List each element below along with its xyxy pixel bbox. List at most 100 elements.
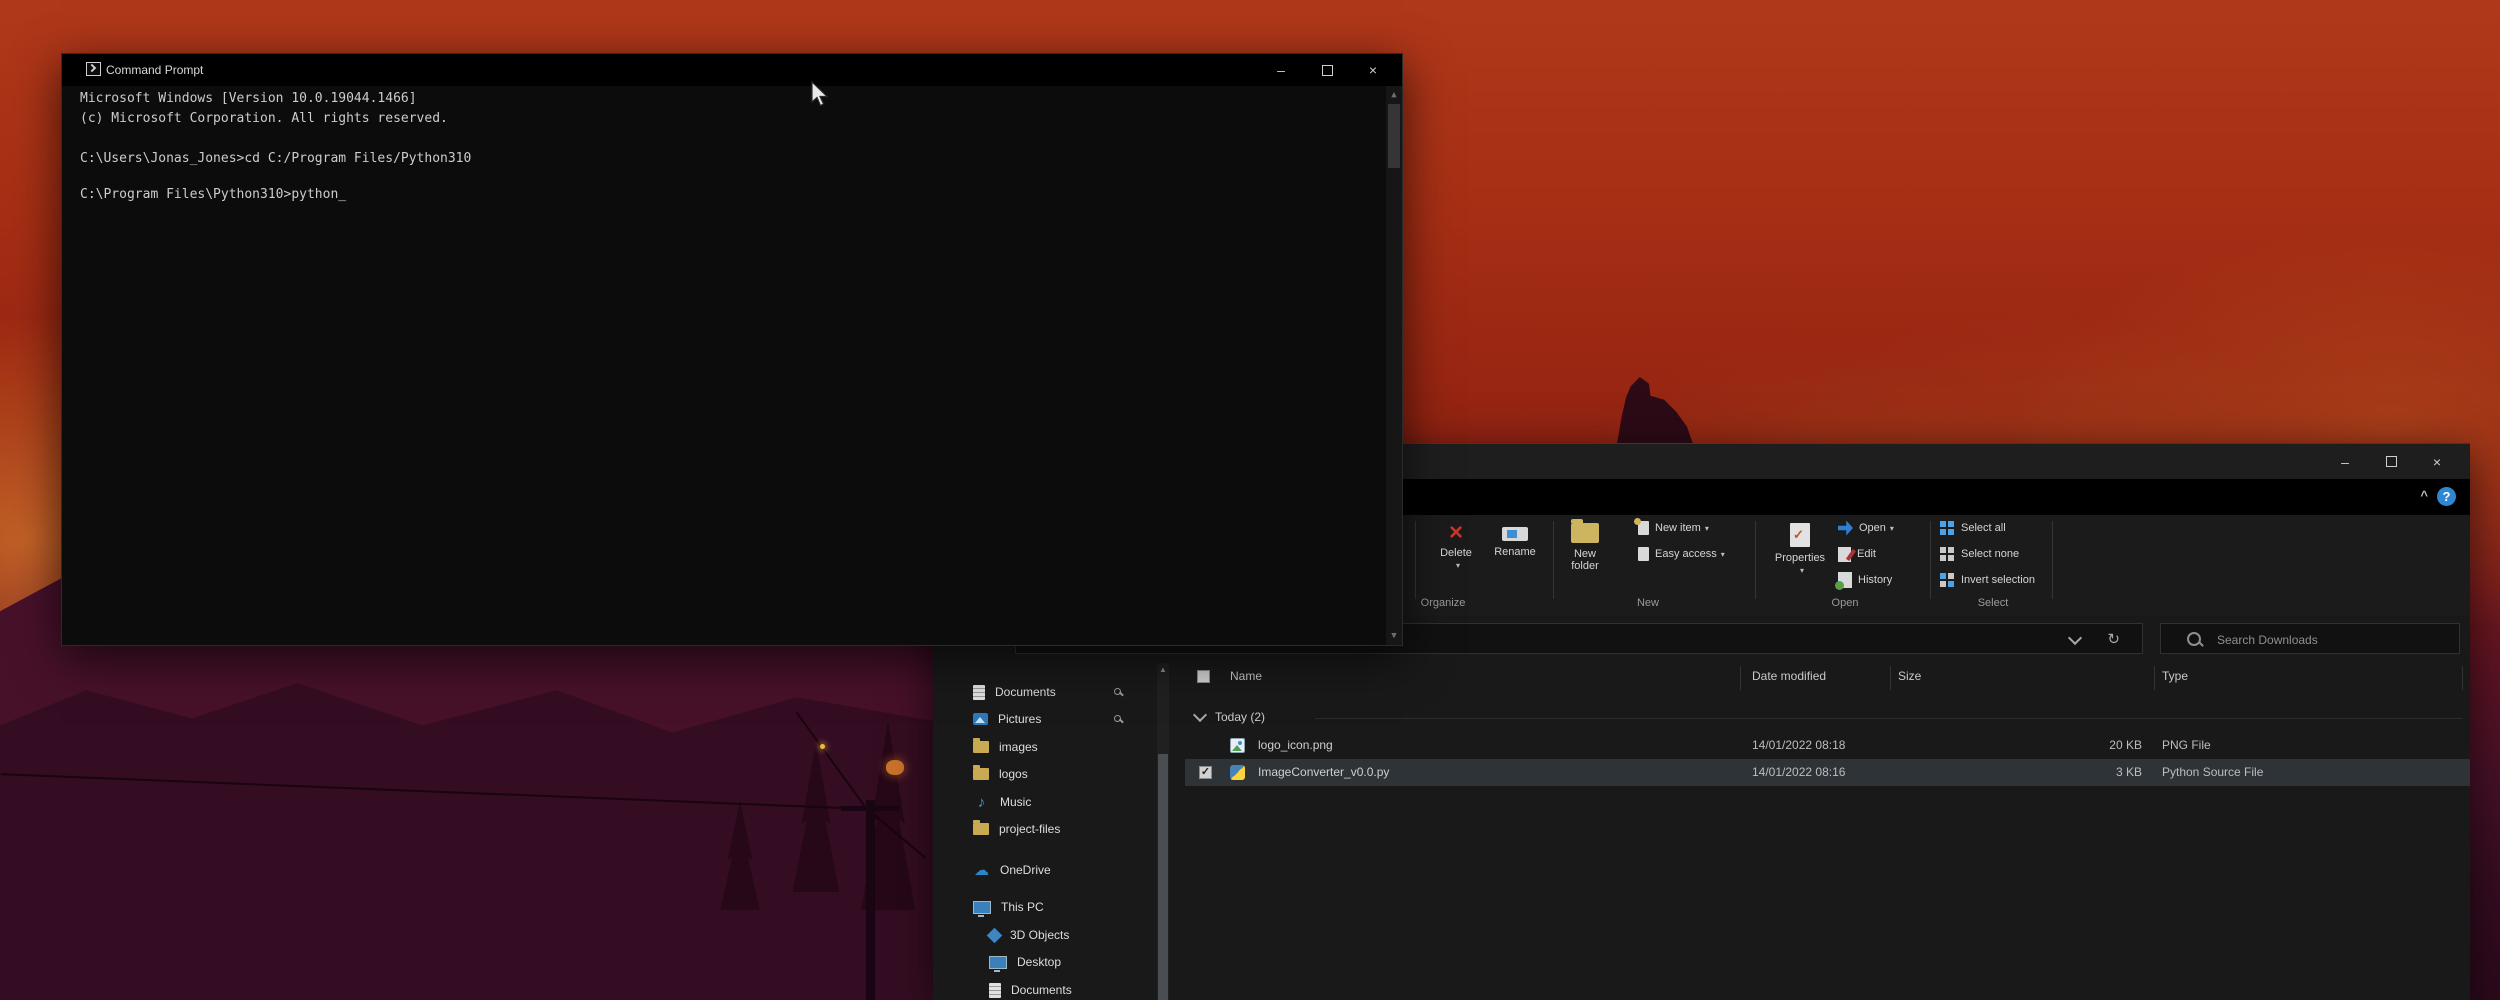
- file-name: ImageConverter_v0.0.py: [1258, 765, 1389, 779]
- cmd-titlebar[interactable]: Command Prompt – ×: [62, 54, 1402, 86]
- invert-selection-label: Invert selection: [1961, 574, 2035, 586]
- column-separator[interactable]: [1740, 666, 1741, 690]
- sidebar-item-project-files[interactable]: project-files: [933, 816, 1153, 842]
- minimize-button[interactable]: –: [2322, 444, 2368, 479]
- sidebar-item-documents[interactable]: Documents: [933, 679, 1153, 705]
- delete-label: Delete: [1440, 547, 1472, 559]
- easy-access-button[interactable]: Easy access ▾: [1638, 543, 1725, 565]
- cmd-scrollbar[interactable]: ▲ ▼: [1386, 86, 1402, 645]
- history-button[interactable]: History: [1838, 569, 1892, 591]
- column-separator[interactable]: [2462, 666, 2463, 690]
- maximize-button[interactable]: [2368, 444, 2414, 479]
- distant-light: [820, 744, 825, 749]
- maximize-button[interactable]: [1304, 54, 1350, 86]
- file-type: Python Source File: [2162, 765, 2263, 779]
- column-header-date-modified[interactable]: Date modified: [1752, 669, 1826, 683]
- sidebar-item-label: images: [999, 740, 1038, 754]
- help-icon[interactable]: ?: [2437, 487, 2456, 506]
- sidebar-item-label: OneDrive: [1000, 863, 1051, 877]
- scroll-up-icon[interactable]: ▲: [1157, 665, 1169, 674]
- sidebar-scrollbar[interactable]: ▲: [1157, 663, 1169, 1000]
- delete-button[interactable]: × Delete ▾: [1430, 519, 1482, 571]
- scroll-down-icon[interactable]: ▼: [1386, 631, 1402, 641]
- search-box[interactable]: [2160, 623, 2460, 654]
- new-item-icon: [1638, 521, 1649, 535]
- column-header-type[interactable]: Type: [2162, 669, 2188, 683]
- sidebar-item-logos[interactable]: logos: [933, 761, 1153, 787]
- file-size: 20 KB: [1898, 738, 2142, 752]
- chevron-down-icon[interactable]: [1193, 708, 1207, 722]
- column-header-size[interactable]: Size: [1898, 669, 1921, 683]
- cmd-text-cursor: _: [338, 187, 346, 202]
- folder-icon: [973, 741, 989, 753]
- file-list: Name Date modified Size Type Today (2): [1185, 663, 2470, 1000]
- scroll-up-icon[interactable]: ▲: [1386, 90, 1402, 100]
- edit-button[interactable]: Edit: [1838, 543, 1876, 565]
- folder-icon: [973, 823, 989, 835]
- sidebar-item-documents-pc[interactable]: Documents: [933, 977, 1153, 1000]
- sidebar-item-music[interactable]: ♪ Music: [933, 789, 1153, 815]
- open-button[interactable]: Open ▾: [1838, 517, 1894, 539]
- row-checkbox-checked[interactable]: ✓: [1199, 766, 1212, 779]
- picture-icon: [973, 713, 988, 725]
- address-dropdown-icon[interactable]: [2068, 631, 2082, 645]
- maximize-icon: [2386, 456, 2397, 467]
- desktop: – × ^ ? × Delete ▾ Rename Organize: [0, 0, 2500, 1000]
- sidebar-item-label: logos: [999, 767, 1028, 781]
- rename-button[interactable]: Rename: [1489, 519, 1541, 558]
- select-none-button[interactable]: Select none: [1940, 543, 2019, 565]
- sidebar-item-label: Pictures: [998, 712, 1041, 726]
- file-size: 3 KB: [1898, 765, 2142, 779]
- document-icon: [989, 983, 1001, 998]
- column-header-name[interactable]: Name: [1230, 669, 1262, 683]
- group-label: Today (2): [1215, 710, 1265, 724]
- close-button[interactable]: ×: [2414, 444, 2460, 479]
- cmd-output[interactable]: Microsoft Windows [Version 10.0.19044.14…: [62, 86, 1402, 645]
- easy-access-icon: [1638, 547, 1649, 561]
- properties-button[interactable]: Properties ▾: [1774, 519, 1826, 576]
- mouse-cursor: [810, 80, 830, 108]
- file-name: logo_icon.png: [1258, 738, 1333, 752]
- python-file-icon: [1230, 765, 1245, 780]
- select-all-icon: [1940, 521, 1955, 536]
- select-all-label: Select all: [1961, 522, 2006, 534]
- column-separator[interactable]: [1890, 666, 1891, 690]
- file-row-imageconverter-selected[interactable]: ✓ ImageConverter_v0.0.py 14/01/2022 08:1…: [1185, 759, 2470, 786]
- collapse-ribbon-icon[interactable]: ^: [2420, 488, 2428, 503]
- file-type: PNG File: [2162, 738, 2211, 752]
- minimize-button[interactable]: –: [1258, 54, 1304, 86]
- sidebar-item-this-pc[interactable]: This PC: [933, 894, 1153, 920]
- ribbon-group-label-new: New: [1588, 597, 1708, 609]
- ribbon-separator: [1755, 521, 1756, 599]
- sidebar-item-3d-objects[interactable]: 3D Objects: [933, 922, 1153, 948]
- close-button[interactable]: ×: [1350, 54, 1396, 86]
- invert-selection-button[interactable]: Invert selection: [1940, 569, 2035, 591]
- 3d-objects-icon: [987, 927, 1003, 943]
- chevron-down-icon: ▾: [1890, 524, 1894, 533]
- sidebar-item-images[interactable]: images: [933, 734, 1153, 760]
- sidebar-item-desktop[interactable]: Desktop: [933, 949, 1153, 975]
- chevron-down-icon: ▾: [1721, 550, 1725, 559]
- new-folder-button[interactable]: New folder: [1559, 519, 1611, 572]
- group-rule: [1315, 718, 2462, 719]
- sidebar-item-pictures[interactable]: Pictures: [933, 706, 1153, 732]
- sidebar-item-onedrive[interactable]: ☁ OneDrive: [933, 857, 1153, 883]
- new-item-label: New item: [1655, 522, 1701, 534]
- ribbon-group-label-select: Select: [1933, 597, 2053, 609]
- new-item-button[interactable]: New item ▾: [1638, 517, 1709, 539]
- select-all-checkbox[interactable]: [1197, 670, 1210, 683]
- refresh-icon[interactable]: ↻: [2107, 630, 2120, 648]
- sidebar-scrollbar-thumb[interactable]: [1158, 754, 1168, 1000]
- cmd-window-controls: – ×: [1258, 54, 1396, 86]
- group-header-today[interactable]: Today (2): [1185, 705, 1265, 729]
- chevron-down-icon: ▾: [1456, 561, 1460, 570]
- search-input[interactable]: [2161, 624, 2500, 655]
- file-row-logo-icon[interactable]: logo_icon.png 14/01/2022 08:18 20 KB PNG…: [1185, 732, 2470, 759]
- utility-pole: [866, 800, 875, 1000]
- cmd-scrollbar-thumb[interactable]: [1388, 104, 1400, 168]
- column-separator[interactable]: [2154, 666, 2155, 690]
- select-all-button[interactable]: Select all: [1940, 517, 2006, 539]
- onedrive-cloud-icon: ☁: [973, 863, 990, 878]
- cmd-prompt-text: C:\Program Files\Python310>python: [80, 187, 338, 202]
- folder-icon: [973, 768, 989, 780]
